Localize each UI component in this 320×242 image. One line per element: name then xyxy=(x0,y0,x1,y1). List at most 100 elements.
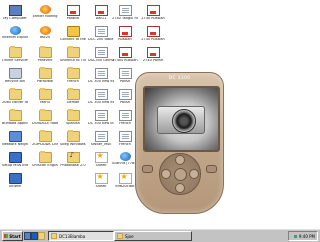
desktop-icon[interactable]: Sbeg Windows Cl... xyxy=(60,130,86,150)
tray-status-icon[interactable] xyxy=(293,234,297,238)
device-right-button[interactable] xyxy=(206,165,217,173)
desktop-icon[interactable]: dsc20 xyxy=(32,25,58,45)
desktop-icon[interactable]: UniScan English Cm... xyxy=(32,151,58,171)
desktop-icon[interactable]: UltiWin xyxy=(2,172,28,192)
dpad-right-button[interactable] xyxy=(189,169,199,179)
windows-logo-icon xyxy=(4,234,9,238)
desktop-icon[interactable]: SWBer_Mull xyxy=(88,130,114,150)
desktop-icon[interactable]: cartier roofing xyxy=(32,4,58,24)
desktop-icon-label: Dar11 xyxy=(95,17,107,20)
computer-icon xyxy=(8,5,22,16)
desktop-icon[interactable]: Menu xyxy=(32,88,58,108)
camera-lens-image xyxy=(172,109,196,133)
document-icon xyxy=(118,5,132,16)
pdf-icon xyxy=(146,26,160,37)
desktop-icon[interactable]: French xyxy=(60,67,86,87)
desktop-icon[interactable]: DCC 200 table FDEF1 xyxy=(88,25,114,45)
desktop-icon-label: French xyxy=(67,80,79,83)
desktop-icon-label: Internet Explorer xyxy=(2,36,28,39)
desktop-icon[interactable]: Sneek xyxy=(88,151,114,171)
desktop-icon-label: Network Neighborhood xyxy=(2,143,28,146)
desktop-icon-label: 2740 Russian xyxy=(141,38,165,41)
quicklaunch-ie-icon[interactable] xyxy=(31,232,38,240)
desktop-icon[interactable]: Network Neighborhood xyxy=(2,130,28,150)
desktop-icon[interactable]: Dar11 xyxy=(88,4,114,24)
taskbar-button-label: Sjoe xyxy=(125,233,134,239)
star-document-icon xyxy=(94,172,108,184)
desktop-icon[interactable]: Bundled Applications xyxy=(2,109,28,129)
desktop-icon-label: 2GfPDDDK CBR1 xyxy=(32,143,58,146)
desktop-icon-label: 2740 Polish xyxy=(142,59,164,62)
desktop-icon[interactable]: Shortcut to Tillerpointeros xyxy=(60,46,86,66)
camera-widget[interactable]: DC 3300 xyxy=(135,72,224,214)
desktop-icon[interactable]: DSC300 German xyxy=(88,46,114,66)
desktop-icon[interactable]: Connect to the Internet xyxy=(60,25,86,45)
desktop-icon[interactable]: Paraview xyxy=(32,67,58,87)
quicklaunch-desktop-icon[interactable] xyxy=(24,232,31,240)
desktop-icon-label: DC 300 new Italian xyxy=(88,101,114,104)
desktop-icon[interactable]: 2740 Polish xyxy=(140,46,166,66)
folder-icon xyxy=(8,109,22,121)
desktop-icon[interactable]: 2060 cartier roofing xyxy=(2,88,28,108)
desktop-icon-label: Polish xyxy=(119,80,131,83)
desktop-icon[interactable]: 2740 Tangul Final xyxy=(112,4,138,24)
dpad-center-button[interactable] xyxy=(174,168,187,181)
pdf-icon xyxy=(94,5,108,16)
desktop-icon[interactable]: DOBDSCE roofing xyxy=(32,109,58,129)
desktop-icon-label: DC 300 new Italian xyxy=(88,80,114,83)
desktop-icon[interactable]: DC 300 new Italian xyxy=(88,88,114,108)
firefox-icon xyxy=(39,5,51,14)
device-screen xyxy=(143,86,220,152)
app-icon xyxy=(8,173,22,184)
dpad-left-button[interactable] xyxy=(161,169,171,179)
desktop-icon-label: 2740s Russian xyxy=(112,59,138,62)
desktop-icon-label: Sbeg Windows Cl... xyxy=(60,143,86,146)
folder-icon xyxy=(66,46,80,58)
desktop-icon-label: UniScan English Cm... xyxy=(32,164,58,167)
desktop-icon[interactable]: 2740s Russian xyxy=(112,46,138,66)
desktop-icon[interactable]: Online Services xyxy=(2,46,28,66)
desktop-icon[interactable]: My Computer xyxy=(2,4,28,24)
document-icon xyxy=(94,89,108,100)
desktop-icon-label: cartier roofing xyxy=(32,15,58,18)
desktop-icon[interactable]: Setup MSN Internet A... xyxy=(2,151,28,171)
quicklaunch-folder-icon[interactable] xyxy=(38,232,45,240)
pdf-icon xyxy=(66,5,80,16)
document-icon xyxy=(94,47,108,58)
desktop-icon[interactable]: PhotoBase 2.0 xyxy=(60,151,86,171)
device-dpad[interactable] xyxy=(159,153,201,195)
device-left-button[interactable] xyxy=(142,165,153,173)
desktop-icon[interactable]: DC 300 new Italian xyxy=(88,67,114,87)
desktop-icon[interactable]: Paravert xyxy=(32,46,58,66)
taskbar-button-dc13biamba[interactable]: DC13Biamba xyxy=(48,231,114,241)
desktop-icon[interactable]: Gemae xyxy=(60,88,86,108)
desktop-icon-label: Sneek xyxy=(95,185,107,188)
folder-icon xyxy=(66,109,80,121)
desktop-icon[interactable]: Recycle Bin xyxy=(2,67,28,87)
folder-icon xyxy=(38,130,52,142)
desktop-icon[interactable]: DC 300 new Icon xyxy=(88,109,114,129)
star-document-icon xyxy=(118,172,132,184)
desktop-icon-label: Spanish xyxy=(66,122,80,125)
desktop-icon[interactable]: 2740 Russian xyxy=(140,4,166,24)
desktop-icon[interactable]: Sneek xyxy=(88,172,114,192)
pdf-icon xyxy=(118,47,132,58)
desktop-icon[interactable]: Parallel xyxy=(60,4,86,24)
taskbar-button-sjoe[interactable]: Sjoe xyxy=(114,231,192,241)
desktop-icon[interactable]: Russian xyxy=(112,25,138,45)
taskbar: Start DC13Biamba Sjoe 9:40 PM xyxy=(0,228,320,242)
desktop: 2740 Polish2740 Russian2740 Russian69620… xyxy=(0,0,320,228)
dpad-down-button[interactable] xyxy=(175,183,185,193)
desktop-icon-label: UltiWin xyxy=(8,185,22,188)
desktop-icon[interactable]: Internet Explorer xyxy=(2,25,28,45)
desktop-icon-label: DC 300 new Icon xyxy=(88,122,114,125)
dpad-up-button[interactable] xyxy=(175,155,185,165)
start-button[interactable]: Start xyxy=(2,231,23,241)
desktop-icon-label: DSC300 German xyxy=(88,59,114,62)
document-icon xyxy=(94,68,108,79)
desktop-icon-label: Recycle Bin xyxy=(4,80,26,83)
ie-icon xyxy=(9,26,21,35)
desktop-icon[interactable]: Spanish xyxy=(60,109,86,129)
desktop-icon[interactable]: 2740 Russian xyxy=(140,25,166,45)
desktop-icon[interactable]: 2GfPDDDK CBR1 xyxy=(32,130,58,150)
